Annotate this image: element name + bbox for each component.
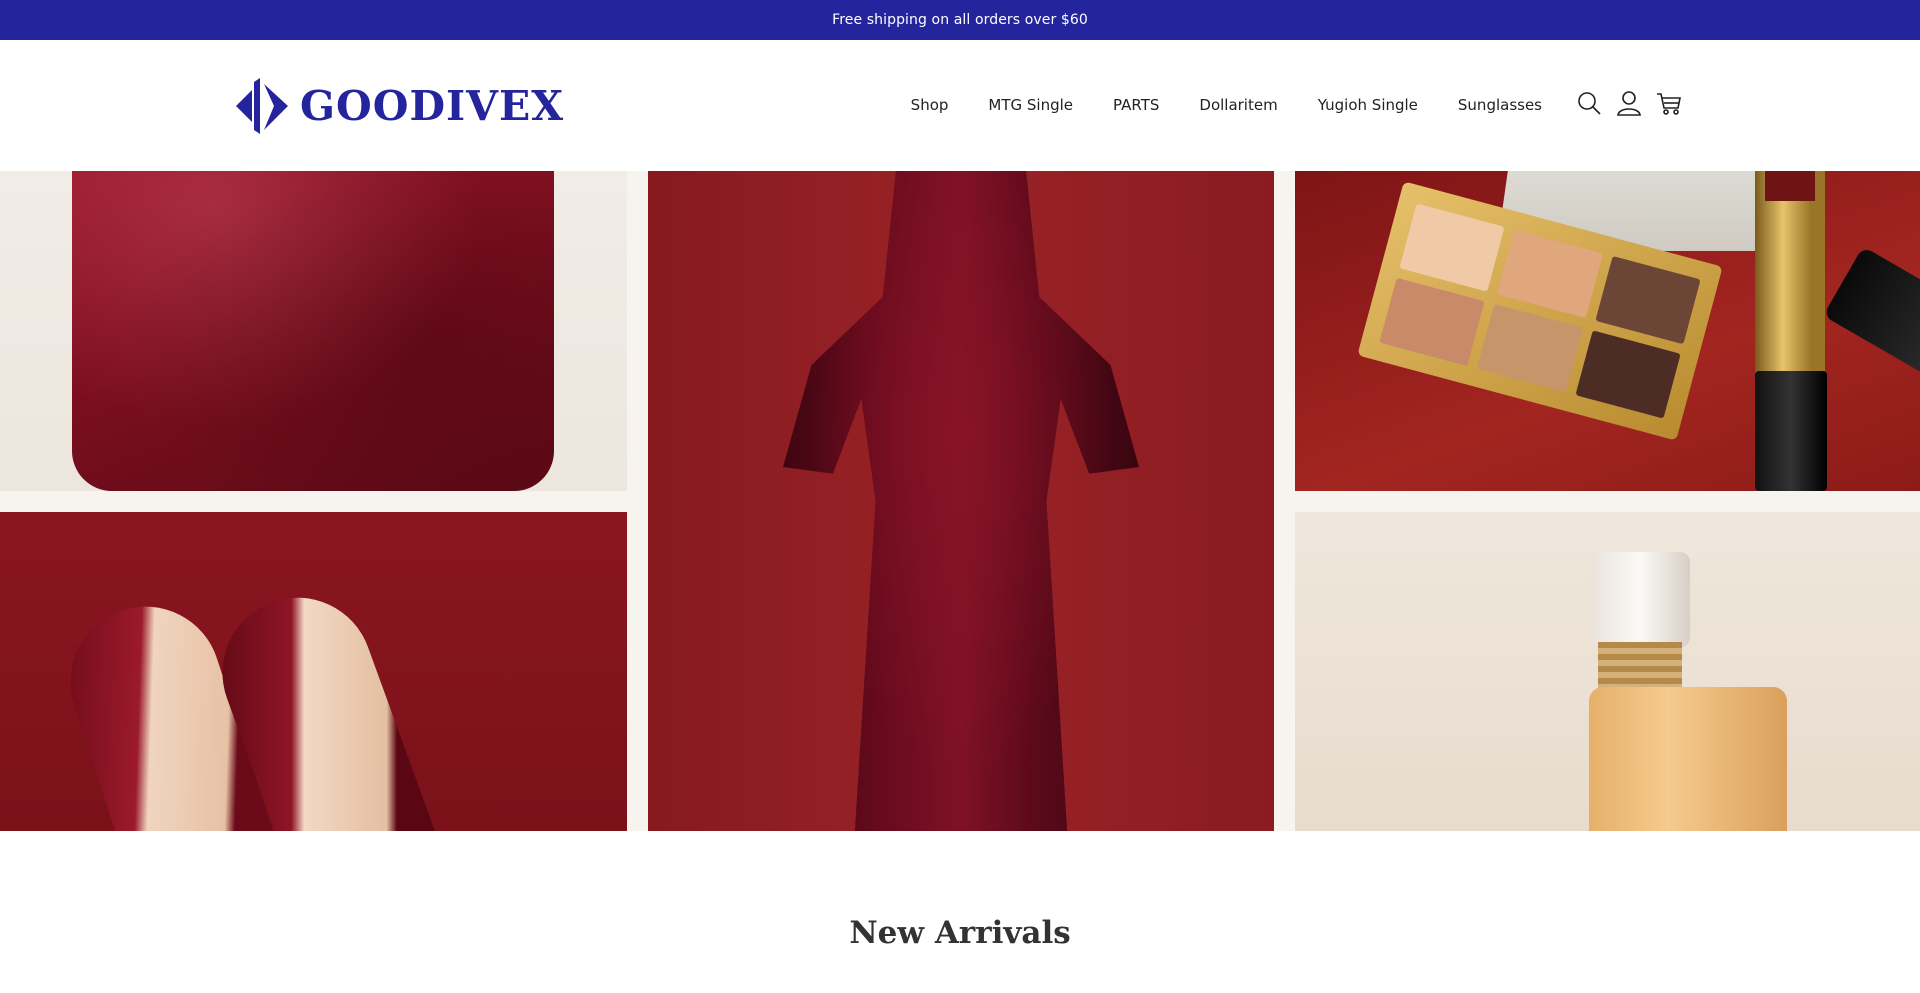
lipstick-bullet-shape	[1765, 171, 1815, 201]
account-icon[interactable]	[1616, 89, 1642, 117]
eyeshadow-pan	[1595, 255, 1701, 345]
perfume-neck-shape	[1598, 642, 1682, 692]
announcement-text: Free shipping on all orders over $60	[832, 12, 1088, 28]
brand-name: GOODIVEX	[300, 82, 565, 130]
hero-image-heels[interactable]	[0, 512, 627, 831]
hero-image-handbag[interactable]	[0, 171, 627, 491]
nav-item-dollaritem[interactable]: Dollaritem	[1199, 96, 1277, 114]
lipstick-tube-shape	[1755, 171, 1825, 401]
perfume-cap-shape	[1590, 552, 1690, 647]
hero-image-perfume[interactable]	[1295, 512, 1920, 831]
brand-logo[interactable]: GOODIVEX	[236, 78, 564, 134]
new-arrivals-title: New Arrivals	[849, 915, 1071, 951]
header-icons	[1576, 89, 1682, 117]
nav-item-yugioh-single[interactable]: Yugioh Single	[1318, 96, 1418, 114]
hero-image-makeup[interactable]	[1295, 171, 1920, 491]
lipstick-cap-shape	[1823, 246, 1920, 376]
nav-item-sunglasses[interactable]: Sunglasses	[1458, 96, 1542, 114]
eyeshadow-pan	[1497, 229, 1603, 318]
announcement-bar: Free shipping on all orders over $60	[0, 0, 1920, 40]
search-icon[interactable]	[1576, 89, 1602, 117]
lipstick-base-shape	[1755, 371, 1827, 491]
eyeshadow-pan	[1379, 277, 1485, 367]
velvet-handbag-shape	[72, 171, 554, 491]
main-nav: Shop MTG Single PARTS Dollaritem Yugioh …	[911, 93, 1542, 117]
nav-item-parts[interactable]: PARTS	[1113, 96, 1159, 114]
hero-collage	[0, 171, 1920, 831]
nav-item-mtg-single[interactable]: MTG Single	[988, 96, 1073, 114]
cart-icon[interactable]	[1656, 89, 1682, 117]
nav-item-shop[interactable]: Shop	[911, 96, 949, 114]
brand-mark-icon	[236, 78, 288, 134]
eyeshadow-pan	[1477, 304, 1583, 393]
site-header: GOODIVEX Shop MTG Single PARTS Dollarite…	[0, 40, 1920, 171]
hero-image-dress[interactable]	[648, 171, 1274, 831]
eyeshadow-pan	[1575, 330, 1681, 419]
perfume-bottle-shape	[1589, 687, 1787, 831]
eyeshadow-pan	[1399, 203, 1505, 292]
velvet-dress-shape	[783, 171, 1139, 831]
